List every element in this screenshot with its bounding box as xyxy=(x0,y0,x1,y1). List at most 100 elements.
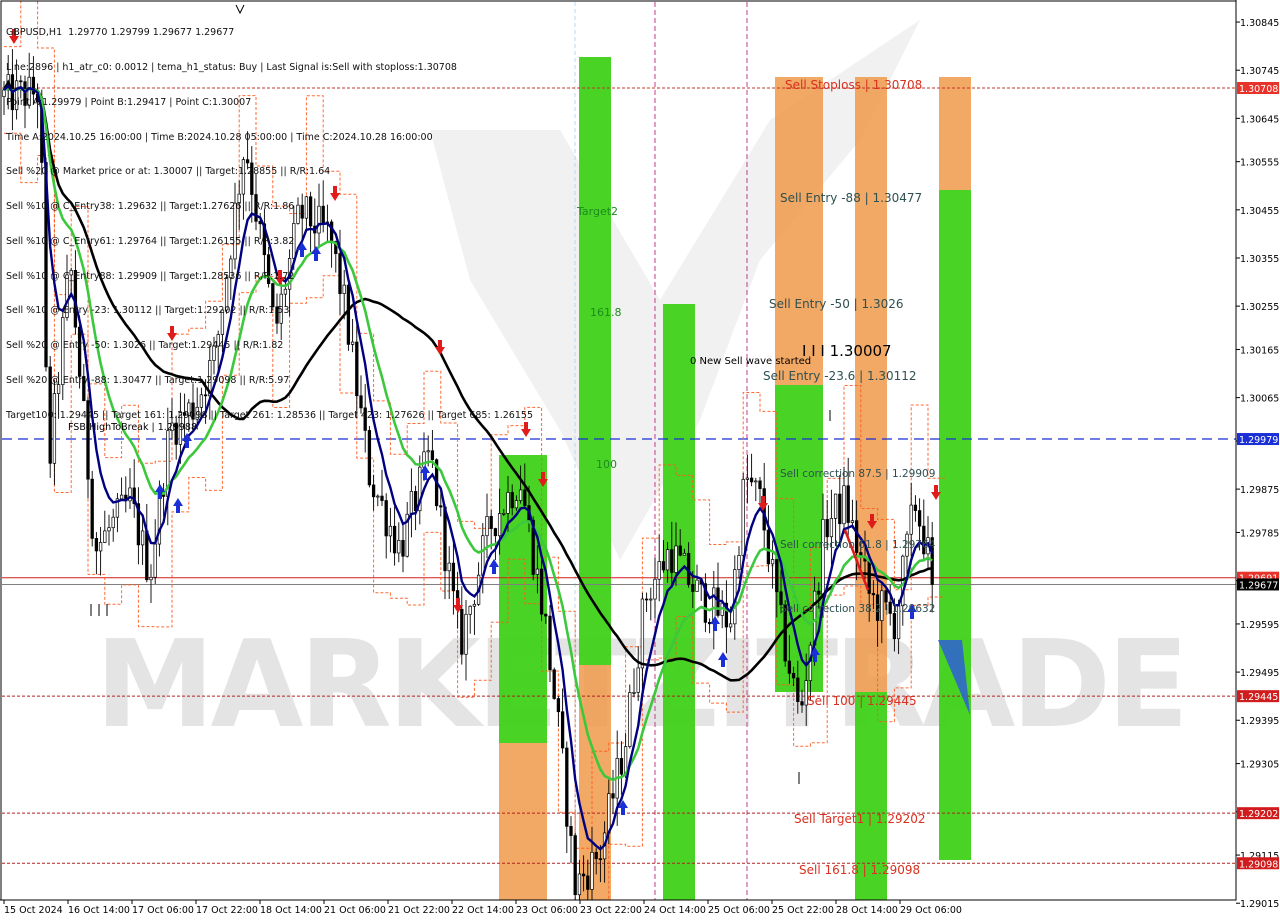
zone-label-15: 100 xyxy=(596,458,617,471)
candle-body-116 xyxy=(489,516,493,529)
candle-body-28 xyxy=(119,494,124,500)
candle-body-183 xyxy=(770,559,775,565)
y-tick-label-8: 1.30065 xyxy=(1240,394,1279,405)
watermark-text: MARKETZITRADE xyxy=(95,616,1185,755)
candle-body-144 xyxy=(607,793,611,834)
zone-label-0: Sell Stoploss | 1.30708 xyxy=(785,78,922,92)
candle-body-110 xyxy=(464,613,468,655)
y-tick-label-13: 1.29595 xyxy=(1240,620,1279,631)
zone-label-9: Sell 100 | 1.29445 xyxy=(807,694,917,708)
candle-body-45 xyxy=(191,402,195,420)
zone-label-4: Sell Entry -23.6 | 1.30112 xyxy=(763,369,917,383)
x-tick-label-11: 25 Oct 06:00 xyxy=(708,905,770,916)
candle-body-119 xyxy=(502,512,506,515)
candle-body-197 xyxy=(829,517,834,538)
candle-body-80 xyxy=(338,253,342,294)
candle-body-50 xyxy=(212,345,216,361)
candle-body-86 xyxy=(363,407,367,431)
candle-body-135 xyxy=(569,825,573,836)
candle-body-71 xyxy=(300,204,304,219)
candle-body-217 xyxy=(913,504,918,511)
zone-label-2: Sell Entry -50 | 1.3026 xyxy=(769,297,903,311)
y-tick-label-15: 1.29395 xyxy=(1240,716,1279,727)
candle-body-137 xyxy=(577,873,582,896)
candle-body-48 xyxy=(203,394,208,397)
candle-body-187 xyxy=(787,660,792,674)
y-tick-label-11: 1.29785 xyxy=(1240,528,1279,539)
y-tick-label-4: 1.30455 xyxy=(1240,206,1279,217)
y-tick-label-10: 1.29875 xyxy=(1240,485,1279,496)
zone-rect-5 xyxy=(775,77,823,385)
candle-body-127 xyxy=(535,568,540,575)
candle-body-140 xyxy=(590,851,594,890)
price-tag-label-5: 1.29202 xyxy=(1239,809,1278,820)
price-tag-label-0: 1.30708 xyxy=(1239,84,1278,95)
candle-body-201 xyxy=(846,485,850,523)
price-chart[interactable]: MARKETZITRADE Sell Stoploss | 1.30708 Sel… xyxy=(0,0,1280,924)
candle-body-25 xyxy=(107,527,111,532)
y-tick-label-7: 1.30165 xyxy=(1240,345,1279,356)
candle-body-184 xyxy=(775,559,779,593)
candle-body-53 xyxy=(224,277,229,311)
candle-body-73 xyxy=(308,196,313,227)
candle-body-128 xyxy=(539,568,544,615)
candle-body-34 xyxy=(145,530,149,581)
candle-body-36 xyxy=(153,543,157,578)
price-tag-label-4: 1.29445 xyxy=(1239,692,1278,703)
candle-body-212 xyxy=(892,613,897,640)
x-tick-label-1: 16 Oct 14:00 xyxy=(68,905,130,916)
candle-body-124 xyxy=(523,489,527,506)
candle-body-4 xyxy=(19,80,23,83)
zone-label-14: 161.8 xyxy=(590,306,622,319)
candle-body-59 xyxy=(250,162,254,195)
zone-label-5: 0 New Sell wave started xyxy=(690,356,811,367)
candle-body-151 xyxy=(636,667,640,693)
chart-root: MARKETZITRADE Sell Stoploss | 1.30708 Sel… xyxy=(0,0,1280,924)
candle-body-111 xyxy=(468,605,472,615)
candle-body-35 xyxy=(149,576,153,581)
candle-body-153 xyxy=(644,598,649,601)
candle-body-154 xyxy=(649,598,653,601)
candle-body-85 xyxy=(359,395,363,409)
candle-body-178 xyxy=(749,477,754,483)
candle-body-22 xyxy=(94,538,99,552)
candle-body-104 xyxy=(439,505,443,508)
candle-body-149 xyxy=(628,692,632,747)
candle-body-66 xyxy=(279,293,283,324)
candle-body-202 xyxy=(850,520,855,523)
y-tick-label-5: 1.30355 xyxy=(1240,254,1279,265)
candle-body-43 xyxy=(182,412,187,416)
candle-body-207 xyxy=(871,593,876,596)
zone-label-1: Sell Entry -88 | 1.30477 xyxy=(780,191,922,205)
candle-body-24 xyxy=(103,530,107,543)
candle-body-118 xyxy=(497,513,502,537)
candle-body-200 xyxy=(842,485,846,525)
candle-body-14 xyxy=(61,317,65,385)
candle-body-142 xyxy=(598,858,603,861)
candle-body-19 xyxy=(82,376,86,401)
candle-body-182 xyxy=(766,529,771,565)
candle-body-164 xyxy=(691,584,695,592)
candle-body-134 xyxy=(565,747,569,827)
y-axis-bg xyxy=(1236,0,1280,920)
candle-body-122 xyxy=(514,500,519,509)
candle-body-102 xyxy=(430,450,435,461)
y-tick-label-19: 1.29015 xyxy=(1240,899,1279,910)
candle-body-52 xyxy=(220,309,225,335)
candle-body-158 xyxy=(665,549,670,571)
zone-label-10: Sell Target1 | 1.29202 xyxy=(794,812,926,826)
candle-body-57 xyxy=(241,159,246,195)
candle-body-157 xyxy=(661,561,666,571)
y-tick-label-14: 1.29495 xyxy=(1240,668,1279,679)
candle-body-180 xyxy=(758,480,762,489)
candle-body-6 xyxy=(27,76,31,106)
candle-body-83 xyxy=(350,341,355,345)
candle-body-194 xyxy=(817,590,821,595)
candle-body-216 xyxy=(909,504,913,535)
x-tick-label-4: 18 Oct 14:00 xyxy=(260,905,322,916)
candle-body-177 xyxy=(745,477,750,480)
y-tick-label-3: 1.30555 xyxy=(1240,158,1279,169)
candle-body-145 xyxy=(611,793,615,799)
x-tick-label-14: 29 Oct 06:00 xyxy=(900,905,962,916)
candle-body-56 xyxy=(237,193,241,204)
